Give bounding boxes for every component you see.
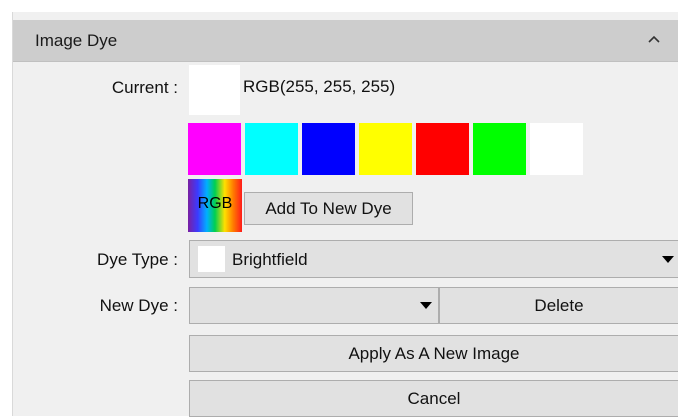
palette-swatch-red[interactable] — [416, 123, 469, 175]
image-dye-panel: Image Dye Current : RGB(255, 255, 255) R… — [12, 12, 678, 417]
cancel-button[interactable]: Cancel — [189, 380, 678, 417]
dropdown-arrow-icon — [662, 256, 674, 263]
palette-swatch-yellow[interactable] — [359, 123, 412, 175]
chevron-up-icon[interactable] — [647, 32, 661, 46]
dropdown-arrow-icon — [420, 302, 432, 309]
palette-swatch-cyan[interactable] — [245, 123, 298, 175]
palette-swatch-blue[interactable] — [302, 123, 355, 175]
current-label: Current : — [111, 78, 178, 97]
panel-title: Image Dye — [35, 31, 118, 50]
palette-swatch-white[interactable] — [530, 123, 583, 175]
dye-type-value: Brightfield — [232, 250, 308, 269]
dye-type-label: Dye Type : — [97, 250, 178, 269]
new-dye-label: New Dye : — [99, 296, 178, 315]
add-to-new-dye-button[interactable]: Add To New Dye — [244, 192, 413, 225]
dye-type-color-swatch — [198, 246, 225, 272]
current-color-value: RGB(255, 255, 255) — [243, 77, 396, 96]
palette-swatch-green[interactable] — [473, 123, 526, 175]
palette-swatch-magenta[interactable] — [188, 123, 241, 175]
apply-as-new-image-button[interactable]: Apply As A New Image — [189, 335, 678, 372]
panel-header[interactable]: Image Dye — [13, 20, 678, 62]
current-color-swatch — [189, 65, 240, 115]
rgb-picker-label: RGB — [197, 195, 233, 212]
delete-button[interactable]: Delete — [439, 287, 678, 324]
rgb-picker-button[interactable]: RGB — [188, 179, 242, 232]
new-dye-select[interactable] — [189, 287, 439, 324]
dye-type-select[interactable]: Brightfield — [189, 240, 678, 278]
